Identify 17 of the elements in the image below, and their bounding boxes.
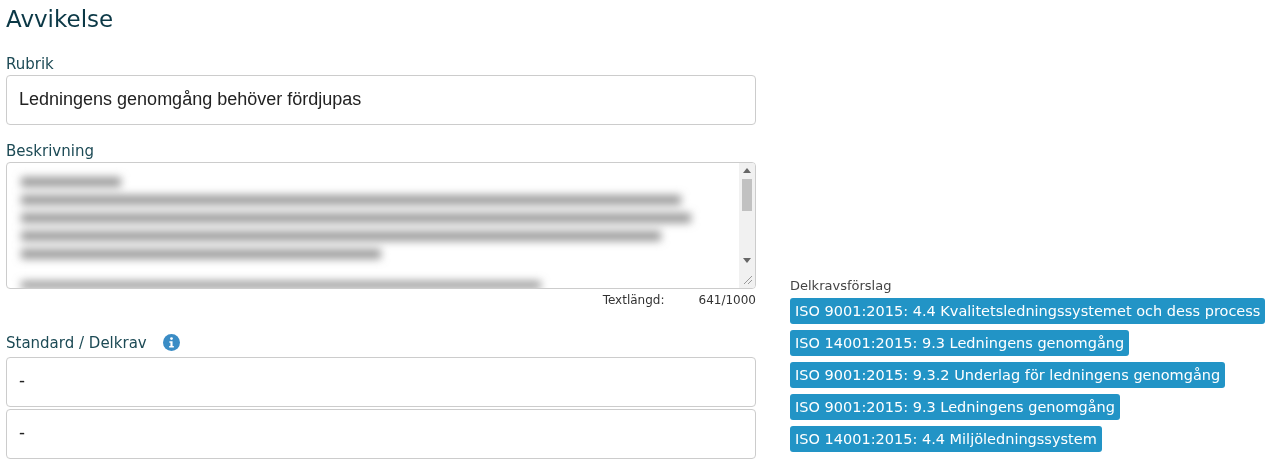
suggestion-tag[interactable]: ISO 14001:2015: 9.3 Ledningens genomgång	[790, 329, 1130, 356]
suggestion-tag[interactable]: ISO 14001:2015: 4.4 Miljöledningssystem	[790, 425, 1102, 452]
section-label: Delkravsförslag	[790, 277, 893, 295]
info-icon[interactable]	[162, 334, 180, 352]
field-label: Standard / Delkrav	[6, 332, 147, 353]
suggestion-tag[interactable]: ISO 9001:2015: 4.4 Kvalitetsledningssystemet och dess process	[790, 297, 1266, 324]
suggestion-tag[interactable]: ISO 9001:2015: 9.3.2 Underlag för ledningens genomgång	[790, 361, 1226, 388]
character-count: 641/1000	[698, 291, 756, 309]
page-title: Avvikelse	[6, 6, 115, 34]
counter-label: Textlängd:	[602, 291, 665, 309]
input-field[interactable]: -	[6, 356, 756, 407]
input-field[interactable]: -	[6, 408, 756, 459]
field-label: Beskrivning	[6, 140, 95, 161]
scrollbar-drawing[interactable]	[739, 162, 755, 288]
field-label: Rubrik	[6, 53, 55, 74]
suggestion-tag[interactable]: ISO 9001:2015: 9.3 Ledningens genomgång	[790, 393, 1120, 420]
input-field[interactable]: Ledningens genomgång behöver fördjupas	[6, 74, 756, 125]
